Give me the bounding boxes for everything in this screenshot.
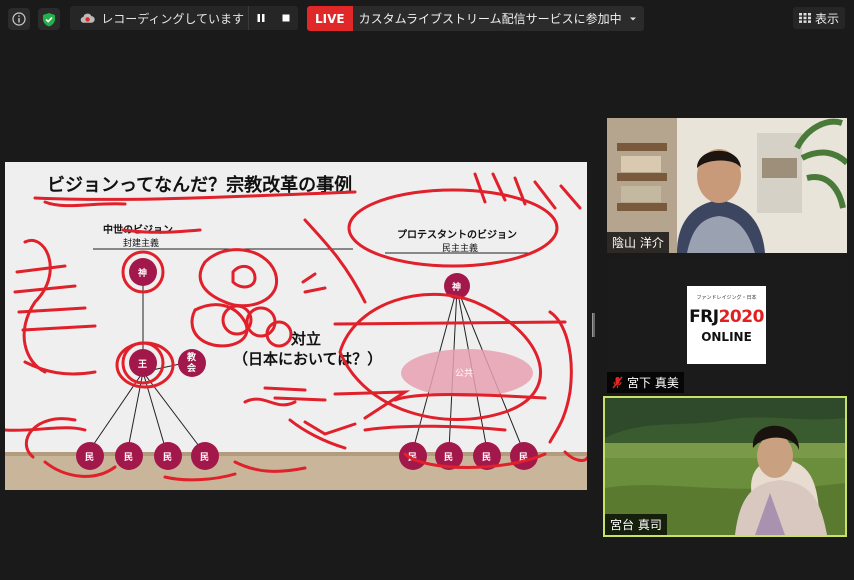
- node-people-3: 民: [163, 452, 172, 463]
- participant-name: 宮下 真美: [607, 372, 684, 393]
- left-heading: 中世のビジョン: [103, 223, 173, 236]
- recording-indicator: レコーディングしています...: [70, 6, 298, 30]
- recording-label: レコーディングしています...: [101, 11, 244, 26]
- participant-tile[interactable]: ファンドレイジング・日本 FRJ2020 ONLINE 宮下 真美: [607, 260, 847, 393]
- node-people-2: 民: [124, 452, 133, 463]
- top-toolbar: レコーディングしています... LIVE カスタムライブストリーム配信サービスに…: [0, 0, 854, 36]
- stop-icon: [282, 14, 290, 22]
- node-church-1: 教: [186, 351, 197, 363]
- left-subheading: 封建主義: [123, 237, 159, 249]
- node-people-6: 民: [444, 452, 453, 463]
- node-church-2: 会: [187, 362, 197, 374]
- live-badge: LIVE: [307, 6, 353, 31]
- shared-screen-slide[interactable]: ビジョンってなんだ？宗教改革の事例 中世のビジョン 封建主義 プロテスタントのビ…: [5, 162, 587, 490]
- info-icon[interactable]: [8, 8, 30, 30]
- right-heading: プロテスタントのビジョン: [397, 228, 517, 241]
- node-god-left: 神: [138, 267, 147, 279]
- live-stream-label[interactable]: カスタムライブストリーム配信サービスに参加中: [352, 6, 644, 31]
- node-god-right: 神: [452, 281, 461, 293]
- right-subheading: 民主主義: [442, 242, 478, 254]
- view-button[interactable]: 表示: [793, 7, 846, 29]
- participant-tile-active-speaker[interactable]: 宮台 真司: [603, 396, 847, 537]
- panel-resize-handle[interactable]: [592, 313, 595, 337]
- node-people-7: 民: [482, 452, 491, 463]
- center-japan: （日本においては？）: [233, 350, 382, 368]
- participant-name: 宮台 真司: [605, 514, 667, 535]
- cloud-recording-icon: [80, 13, 95, 23]
- node-people-4: 民: [200, 452, 209, 463]
- pause-recording-button[interactable]: [249, 6, 274, 30]
- view-label: 表示: [815, 11, 840, 26]
- slide-canvas: ビジョンってなんだ？宗教改革の事例 中世のビジョン 封建主義 プロテスタントのビ…: [5, 162, 587, 490]
- public-label: 公共: [455, 368, 473, 379]
- grid-icon: [799, 13, 811, 23]
- participant-tile[interactable]: 陰山 洋介: [607, 118, 847, 253]
- chevron-down-icon: [629, 17, 636, 20]
- encryption-shield-icon[interactable]: [38, 8, 60, 30]
- muted-microphone-icon: [612, 376, 623, 389]
- stop-recording-button[interactable]: [273, 6, 298, 30]
- pause-icon: [257, 14, 265, 22]
- live-stream-indicator[interactable]: LIVE カスタムライブストリーム配信サービスに参加中: [307, 6, 644, 31]
- node-people-1: 民: [85, 452, 94, 463]
- node-king: 王: [138, 359, 147, 370]
- center-conflict: 対立: [290, 330, 321, 348]
- frj-logo: ファンドレイジング・日本 FRJ2020 ONLINE: [687, 286, 766, 364]
- participant-name: 陰山 洋介: [607, 232, 669, 253]
